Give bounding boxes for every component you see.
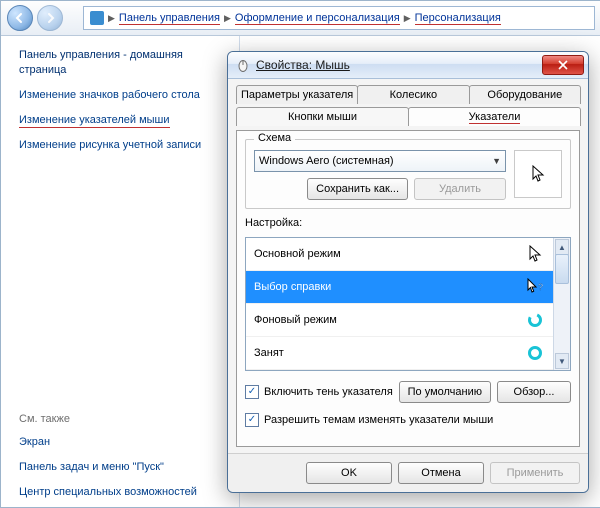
tab-hardware[interactable]: Оборудование (469, 85, 581, 104)
sidebar-link-ease-of-access[interactable]: Центр специальных возможностей (19, 485, 229, 500)
breadcrumb[interactable]: Оформление и персонализация (235, 12, 400, 25)
mouse-properties-dialog: Свойства: Мышь Параметры указателя Колес… (227, 51, 589, 493)
allow-themes-checkbox[interactable]: ✓ (245, 413, 259, 427)
scroll-thumb[interactable] (555, 254, 569, 284)
tab-row-2: Кнопки мыши Указатели (236, 107, 580, 126)
list-item[interactable]: Основной режим (246, 238, 553, 271)
allow-themes-label: Разрешить темам изменять указатели мыши (264, 414, 493, 426)
sidebar-link-taskbar[interactable]: Панель задач и меню "Пуск" (19, 460, 229, 475)
sidebar-link-mouse-pointers[interactable]: Изменение указателей мыши (19, 113, 170, 129)
list-item-label: Основной режим (254, 248, 341, 260)
customize-label: Настройка: (245, 217, 571, 229)
scroll-down-button[interactable]: ▼ (555, 353, 569, 369)
dialog-body: Параметры указателя Колесико Оборудовани… (228, 79, 588, 453)
tab-row-1: Параметры указателя Колесико Оборудовани… (236, 85, 580, 104)
tab-wheel[interactable]: Колесико (357, 85, 469, 104)
cursor-list: Основной режим Выбор справки ? Фоновый р… (245, 237, 571, 371)
enable-shadow-label: Включить тень указателя (264, 386, 393, 398)
tab-page-pointers: Схема Windows Aero (системная) ▼ Сохрани… (236, 130, 580, 447)
list-item-selected[interactable]: Выбор справки ? (246, 271, 553, 304)
list-item[interactable]: Фоновый режим (246, 304, 553, 337)
svg-text:?: ? (538, 282, 543, 292)
control-panel-icon (90, 11, 104, 25)
dialog-title: Свойства: Мышь (256, 58, 350, 72)
shadow-row: ✓ Включить тень указателя По умолчанию О… (245, 381, 571, 403)
ok-button[interactable]: OK (306, 462, 392, 484)
list-item[interactable]: Занят (246, 337, 553, 370)
tab-buttons[interactable]: Кнопки мыши (236, 107, 409, 126)
back-button[interactable] (7, 5, 33, 31)
arrow-right-icon (44, 12, 56, 24)
apply-button: Применить (490, 462, 580, 484)
sidebar: Панель управления - домашняя страница Из… (1, 36, 240, 508)
themes-row: ✓ Разрешить темам изменять указатели мыш… (245, 413, 571, 427)
scroll-up-button[interactable]: ▲ (555, 239, 569, 255)
enable-shadow-checkbox[interactable]: ✓ (245, 385, 259, 399)
close-icon (558, 60, 568, 70)
scheme-combobox[interactable]: Windows Aero (системная) ▼ (254, 150, 506, 172)
breadcrumb[interactable]: Панель управления (119, 12, 220, 25)
scrollbar[interactable]: ▲ ▼ (553, 238, 570, 370)
dialog-titlebar[interactable]: Свойства: Мышь (228, 52, 588, 79)
chevron-down-icon: ▼ (492, 156, 501, 166)
busy-cursor-icon (525, 345, 545, 361)
address-bar[interactable]: ▶ Панель управления ▶ Оформление и персо… (83, 6, 595, 30)
working-cursor-icon (525, 312, 545, 328)
list-item-label: Занят (254, 347, 284, 359)
sidebar-link-desktop-icons[interactable]: Изменение значков рабочего стола (19, 88, 229, 103)
dialog-footer: OK Отмена Применить (228, 453, 588, 492)
delete-button: Удалить (414, 178, 506, 200)
sidebar-home-link[interactable]: Панель управления - домашняя страница (19, 48, 229, 78)
nav-bar: ▶ Панель управления ▶ Оформление и персо… (1, 1, 600, 36)
tab-pointers[interactable]: Указатели (408, 107, 581, 126)
list-item-label: Выбор справки (254, 281, 331, 293)
save-as-button[interactable]: Сохранить как... (307, 178, 408, 200)
see-also-label: См. также (19, 413, 229, 425)
forward-button[interactable] (37, 5, 63, 31)
close-button[interactable] (542, 55, 584, 75)
help-cursor-icon: ? (525, 278, 545, 296)
scheme-legend: Схема (254, 132, 295, 144)
use-default-button[interactable]: По умолчанию (399, 381, 491, 403)
sidebar-link-account-picture[interactable]: Изменение рисунка учетной записи (19, 138, 229, 153)
breadcrumb[interactable]: Персонализация (415, 12, 501, 25)
chevron-right-icon: ▶ (108, 13, 115, 24)
list-item-label: Фоновый режим (254, 314, 337, 326)
chevron-right-icon: ▶ (224, 13, 231, 24)
arrow-left-icon (14, 12, 26, 24)
sidebar-link-screen[interactable]: Экран (19, 435, 229, 450)
scheme-preview (514, 150, 562, 198)
tab-pointer-options[interactable]: Параметры указателя (236, 85, 358, 104)
browse-button[interactable]: Обзор... (497, 381, 571, 403)
scheme-value: Windows Aero (системная) (259, 155, 394, 167)
cancel-button[interactable]: Отмена (398, 462, 484, 484)
chevron-right-icon: ▶ (404, 13, 411, 24)
mouse-icon (236, 58, 250, 72)
window: ▶ Панель управления ▶ Оформление и персо… (0, 0, 600, 508)
arrow-cursor-icon (525, 245, 545, 263)
scheme-group: Схема Windows Aero (системная) ▼ Сохрани… (245, 139, 571, 209)
arrow-cursor-icon (531, 165, 545, 183)
